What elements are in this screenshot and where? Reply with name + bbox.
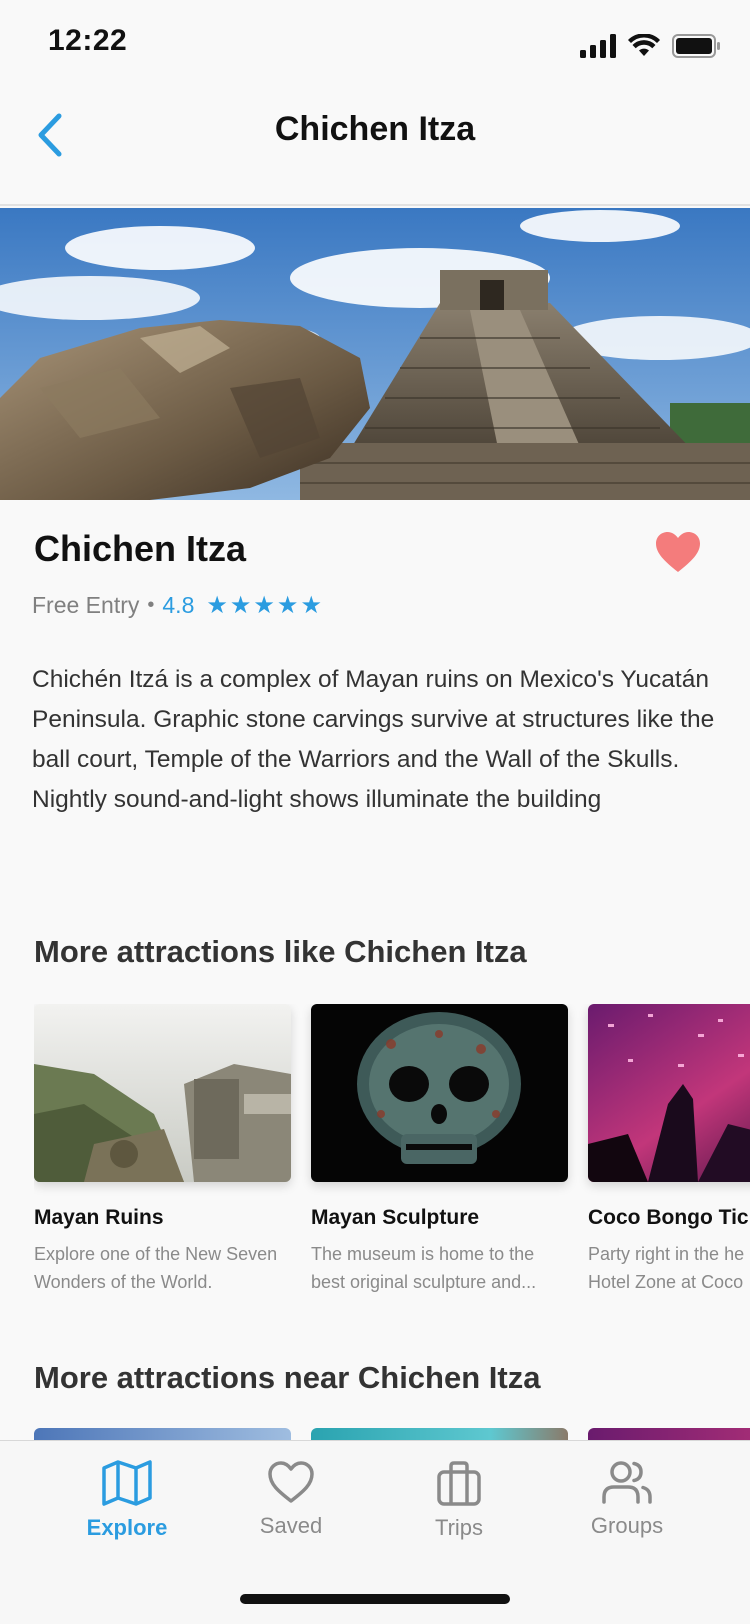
section-title-near: More attractions near Chichen Itza [34, 1360, 541, 1395]
favorite-button[interactable] [654, 530, 702, 574]
tab-explore[interactable]: Explore [47, 1459, 207, 1569]
star-icon: ★ [206, 591, 228, 619]
rating-stars: ★ ★ ★ ★ ★ [206, 591, 322, 619]
attraction-description: Party right in the he Hotel Zone at Coco [588, 1240, 750, 1296]
map-icon [102, 1460, 152, 1506]
place-meta: Free Entry • 4.8 ★ ★ ★ ★ ★ [32, 592, 322, 619]
wifi-icon [628, 34, 660, 56]
attraction-desc-line: Explore one of the New Seven [34, 1244, 278, 1264]
attraction-description: Explore one of the New Seven Wonders of … [34, 1240, 291, 1296]
star-icon: ★ [253, 591, 275, 619]
attraction-desc-line: best original sculpture and... [311, 1272, 537, 1292]
attraction-image[interactable] [34, 1004, 291, 1182]
heart-outline-icon [268, 1461, 314, 1503]
tab-groups[interactable]: Groups [547, 1459, 707, 1569]
attraction-card[interactable]: Mayan Sculpture The museum is home to th… [311, 1004, 568, 1296]
attraction-card[interactable] [34, 1428, 291, 1440]
home-indicator[interactable] [240, 1594, 510, 1604]
tab-saved[interactable]: Saved [211, 1459, 371, 1569]
attraction-image[interactable] [311, 1004, 568, 1182]
status-icons [580, 32, 720, 60]
hero-photo [0, 208, 750, 500]
star-icon: ★ [229, 591, 252, 619]
tab-label: Groups [590, 1513, 664, 1538]
attraction-card[interactable] [588, 1428, 750, 1440]
tab-label: Trips [434, 1515, 484, 1540]
attraction-desc-line: Party right in the he [588, 1244, 745, 1264]
attraction-card[interactable] [311, 1428, 568, 1440]
attraction-title: Coco Bongo Tic [588, 1206, 749, 1229]
attraction-desc-line: Hotel Zone at Coco [588, 1272, 744, 1292]
page-title: Chichen Itza [274, 110, 476, 148]
place-title: Chichen Itza [34, 528, 247, 569]
place-description: Chichén Itzá is a complex of Mayan ruins… [32, 666, 715, 813]
star-icon: ★ [300, 591, 322, 619]
heart-filled-icon [656, 532, 700, 572]
rating-value: 4.8 [162, 592, 195, 618]
attraction-title: Mayan Ruins [34, 1206, 164, 1229]
attraction-card[interactable]: Coco Bongo Tic Party right in the he Hot… [588, 1004, 750, 1296]
attraction-title: Mayan Sculpture [311, 1206, 480, 1229]
attraction-card[interactable]: Mayan Ruins Explore one of the New Seven… [34, 1004, 291, 1296]
attraction-image[interactable] [588, 1004, 750, 1182]
star-icon: ★ [276, 591, 299, 619]
hero-image [0, 208, 750, 500]
meta-separator: • [147, 594, 155, 616]
signal-icon [580, 34, 616, 58]
similar-attractions-carousel[interactable]: Mayan Ruins Explore one of the New Seven… [34, 1004, 750, 1304]
tab-trips[interactable]: Trips [379, 1459, 539, 1569]
attraction-description: The museum is home to the best original … [311, 1240, 568, 1296]
attraction-desc-line: The museum is home to the [311, 1244, 535, 1264]
entry-fee: Free Entry [32, 592, 140, 618]
attraction-desc-line: Wonders of the World. [34, 1272, 213, 1292]
tab-label: Explore [86, 1515, 168, 1540]
status-time: 12:22 [48, 24, 128, 57]
status-bar: 12:22 [0, 0, 750, 88]
tab-label: Saved [259, 1513, 323, 1538]
nav-bar: Chichen Itza [0, 88, 750, 206]
users-icon [602, 1461, 652, 1504]
near-attractions-carousel[interactable] [34, 1428, 750, 1440]
battery-icon [672, 34, 720, 58]
briefcase-icon [437, 1461, 481, 1506]
section-title-similar: More attractions like Chichen Itza [34, 934, 527, 969]
